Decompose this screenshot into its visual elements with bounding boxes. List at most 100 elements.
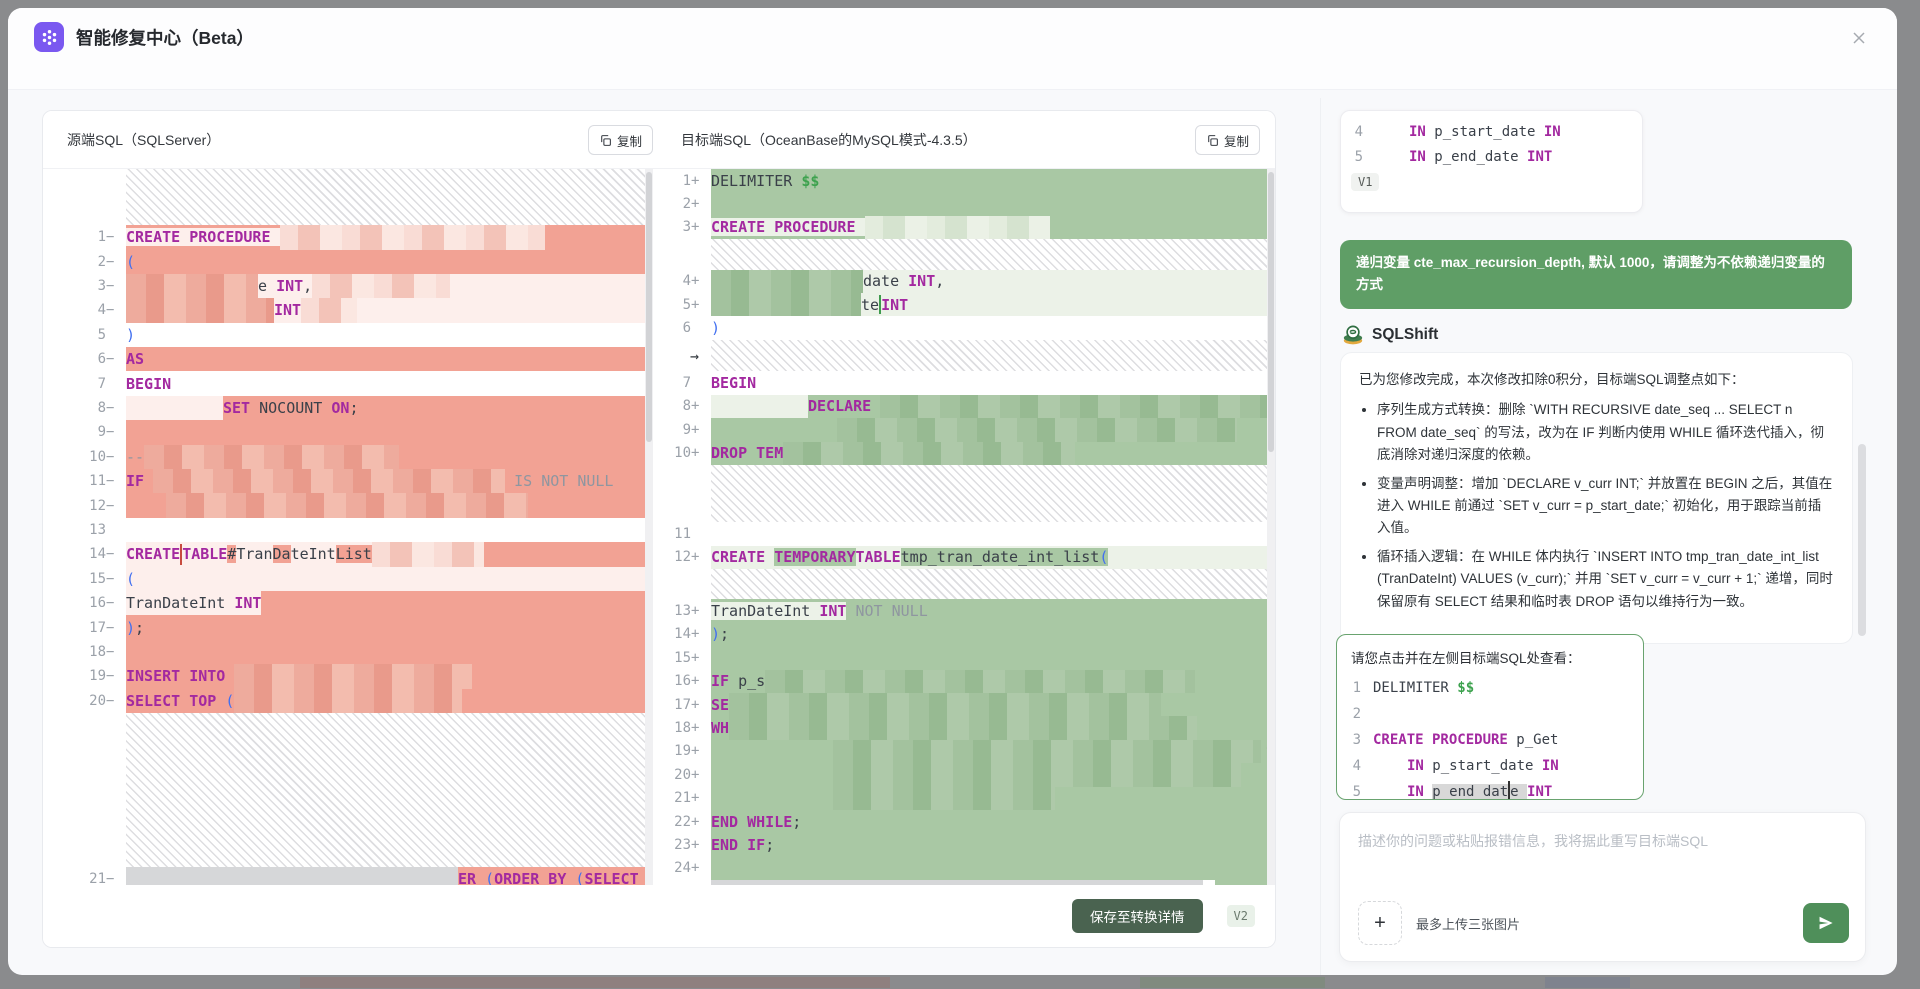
source-diff-pane[interactable]: 1− CREATE PROCEDURE 2−(3− e INT, 4− INT 5) 6−… — [43, 169, 645, 885]
backdrop-fragment — [1545, 977, 1630, 988]
v1-code-snippet: 4 IN p_start_date IN 5 IN p_end_date INT — [1341, 119, 1642, 167]
diff-line: 18− — [43, 639, 645, 665]
diff-line: 4− INT — [43, 298, 645, 323]
save-to-conversion-button[interactable]: 保存至转换详情 — [1072, 899, 1203, 933]
diff-line: 1− CREATE PROCEDURE — [43, 225, 645, 250]
diff-line: 12 + CREATE TEMPORARY TABLE tmp_tran_date… — [653, 545, 1275, 569]
composer: 描述你的问题或粘贴报错信息，我将据此重写目标端SQL + 最多上传三张图片 — [1339, 812, 1866, 962]
content-divider — [1320, 98, 1321, 975]
copy-icon — [601, 134, 611, 146]
copy-label: 复制 — [1223, 134, 1249, 149]
backdrop-fragment — [300, 977, 890, 988]
diff-line: 2 + — [653, 192, 1275, 216]
assistant-bullet-list: 序列生成方式转换：删除 `WITH RECURSIVE date_seq ...… — [1359, 399, 1834, 613]
assistant-bullet: 变量声明调整：增加 `DECLARE v_curr INT;` 并放置在 BEG… — [1377, 473, 1834, 540]
code-line: 2 — [1352, 706, 1361, 722]
diff-line: 7 BEGIN — [43, 371, 645, 396]
diff-line: 1 + DELIMITER $$ — [653, 169, 1275, 193]
diff-line: 14− CREATE TABLE # Tran Da teInt List — [43, 542, 645, 567]
version-badge-v2: V2 — [1226, 905, 1255, 927]
diff-line: 13 + TranDateInt INT NOT NULL — [653, 599, 1275, 623]
send-icon — [1819, 916, 1833, 930]
diff-line: 4 + date INT, — [653, 269, 1275, 293]
v1-snippet-card[interactable]: 4 IN p_start_date IN 5 IN p_end_date INT V1 — [1340, 110, 1643, 213]
diff-line: 15−( — [43, 566, 645, 591]
diff-line: 18 + WH — [653, 716, 1275, 740]
target-pane-scrollbar[interactable] — [1267, 169, 1275, 885]
copy-icon — [1208, 134, 1218, 146]
diff-line: 16− TranDateInt INT — [43, 590, 645, 616]
diff-line — [653, 239, 1275, 270]
diff-line: 10 + DROP TEM — [653, 441, 1275, 465]
diff-line: 23 + END IF; — [653, 833, 1275, 857]
assistant-bullet: 循环插入逻辑：在 WHILE 体内执行 `INSERT INTO tmp_tra… — [1377, 546, 1834, 613]
assistant-name: SQLShift — [1372, 326, 1439, 343]
upload-image-button[interactable]: + — [1358, 901, 1402, 945]
diff-line: 20− SELECT TOP ( — [43, 688, 645, 713]
assistant-bullet: 序列生成方式转换：删除 `WITH RECURSIVE date_seq ...… — [1377, 399, 1834, 466]
app-logo-icon — [34, 22, 64, 52]
diff-line: → — [653, 339, 1275, 372]
code-line: 1 DELIMITER $$ — [1352, 680, 1475, 696]
diff-line — [43, 712, 645, 867]
merge-arrow-icon: → — [689, 346, 699, 365]
diff-line — [43, 169, 645, 226]
diff-line: 16 + IF p_s — [653, 669, 1275, 693]
diff-line: 17 + SE — [653, 692, 1275, 717]
diff-body: 1− CREATE PROCEDURE 2−(3− e INT, 4− INT 5) 6−… — [43, 169, 1275, 885]
close-button[interactable] — [1845, 24, 1873, 52]
plus-icon: + — [1374, 911, 1386, 934]
target-sql-title: 目标端SQL（OceanBase的MySQL模式-4.3.5） — [681, 132, 977, 148]
copy-source-button[interactable]: 复制 — [588, 125, 654, 155]
assistant-header: SQLShift — [1342, 324, 1438, 346]
page-title: 智能修复中心（Beta） — [76, 28, 254, 48]
composer-toolbar: + 最多上传三张图片 — [1358, 901, 1849, 945]
hex-nodes-icon — [42, 29, 56, 45]
composer-input[interactable]: 描述你的问题或粘贴报错信息，我将据此重写目标端SQL — [1358, 831, 1847, 851]
diff-line: 19− INSERT INTO — [43, 664, 645, 689]
diff-line: 6− AS — [43, 347, 645, 372]
assistant-intro: 已为您修改完成，本次修改扣除0积分，目标端SQL调整点如下： — [1359, 372, 1745, 387]
code-line: 3 CREATE PROCEDURE p_Get — [1352, 732, 1559, 748]
diff-line: 17− ); — [43, 615, 645, 640]
diff-footer: 保存至转换详情 V2 — [43, 885, 1275, 947]
diff-line: 9 + — [653, 418, 1275, 442]
diff-line: 3− e INT, — [43, 273, 645, 299]
code-line: 5IN p_end_date INT — [1351, 779, 1629, 799]
diff-line: 22 + END WHILE; — [653, 809, 1275, 834]
recursion-notice-banner: 递归变量 cte_max_recursion_depth, 默认 1000，请调… — [1340, 240, 1852, 309]
sidebar-scrollbar-thumb[interactable] — [1858, 444, 1866, 636]
code-line: 4 IN p_start_date IN — [1354, 123, 1561, 140]
copy-label: 复制 — [617, 134, 643, 149]
result-preview-card[interactable]: 请您点击并在左侧目标端SQL处查看： 1 DELIMITER $$ 2 3 CREATE… — [1336, 634, 1644, 800]
diff-line: 14 + ); — [653, 622, 1275, 647]
send-button[interactable] — [1803, 903, 1849, 943]
diff-line: 10− -- — [43, 444, 645, 470]
diff-line: 20 + — [653, 763, 1275, 787]
result-card-title: 请您点击并在左侧目标端SQL处查看： — [1351, 651, 1581, 666]
screen: 智能修复中心（Beta） 源端SQL（SQLServer） 复制 目标端SQL（… — [0, 0, 1920, 989]
diff-line: 5 + te INT — [653, 292, 1275, 317]
diff-line: 8 + DECLARE — [653, 394, 1275, 419]
diff-line: 5) — [43, 322, 645, 348]
result-code-snippet: 1 DELIMITER $$ 2 3 CREATE PROCEDURE p_Get 4 IN… — [1351, 675, 1629, 799]
code-line: 5IN p_end_date INT — [1354, 148, 1553, 165]
target-diff-pane[interactable]: 1 + DELIMITER $$ 2 +3 + CREATE PROCEDURE 4 + dat… — [653, 169, 1275, 885]
diff-line: 3 + CREATE PROCEDURE — [653, 215, 1275, 240]
diff-line: 8− SET NOCOUNT ON; — [43, 395, 645, 421]
diff-line — [653, 464, 1275, 523]
sql-diff-card: 源端SQL（SQLServer） 复制 目标端SQL（OceanBase的MyS… — [42, 110, 1276, 948]
copy-target-button[interactable]: 复制 — [1194, 125, 1260, 155]
diff-line: 24 + — [653, 856, 1275, 881]
diff-line: 11 — [653, 522, 1275, 546]
diff-line: 6) — [653, 316, 1275, 340]
diff-line: 19+t — [653, 739, 1275, 764]
source-sql-title: 源端SQL（SQLServer） — [67, 132, 221, 148]
diff-line: 13 — [43, 517, 645, 543]
source-pane-scrollbar[interactable] — [645, 169, 653, 885]
diff-line: 7 BEGIN — [653, 371, 1275, 395]
diff-line: 21− ER (ORDER BY (SELECT — [43, 866, 645, 885]
diff-line — [653, 569, 1275, 600]
diff-line: 9− — [43, 420, 645, 445]
close-icon — [1853, 32, 1865, 44]
